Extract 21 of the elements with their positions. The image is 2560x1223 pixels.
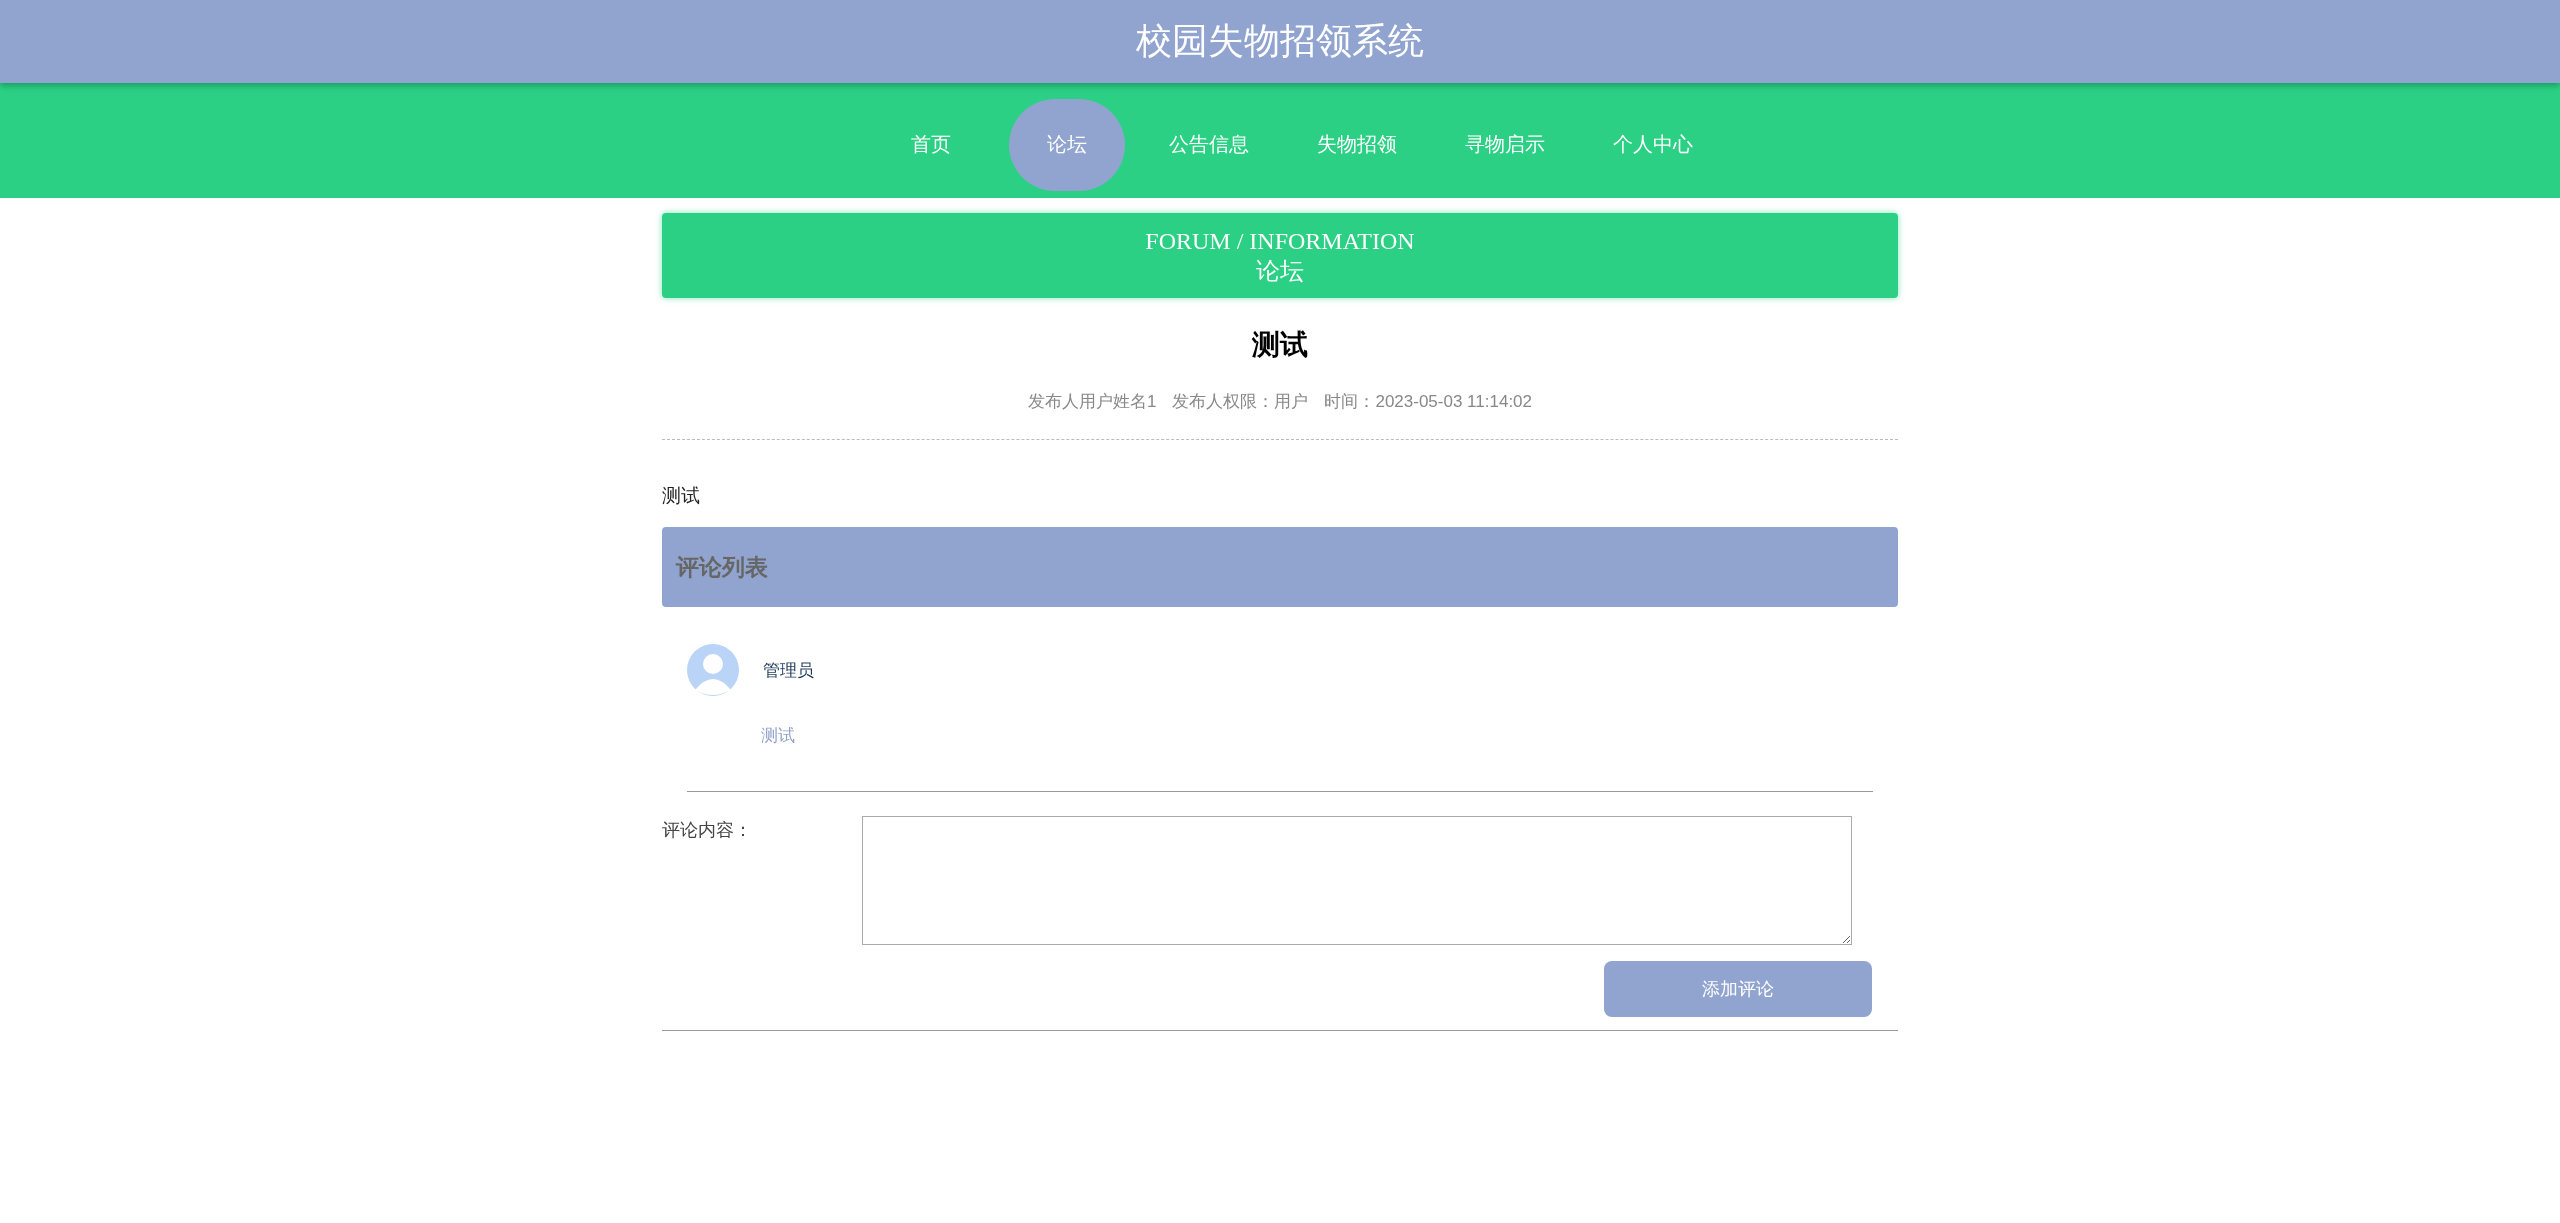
- post-content: 测试: [662, 484, 701, 508]
- comment-input[interactable]: [862, 816, 1852, 945]
- banner-subtitle: FORUM / INFORMATION: [1145, 226, 1415, 256]
- comment-author: 管理员: [763, 659, 814, 682]
- post-time: 时间：2023-05-03 11:14:02: [1324, 391, 1533, 413]
- comment-text: 测试: [761, 725, 796, 747]
- post-role: 发布人权限：用户: [1172, 391, 1309, 413]
- nav-tab[interactable]: 论坛: [1009, 98, 1125, 191]
- banner-title: 论坛: [1256, 256, 1304, 286]
- avatar-icon: [687, 644, 739, 696]
- comments-heading: 评论列表: [676, 552, 768, 582]
- nav-tab[interactable]: 失物招领: [1293, 98, 1421, 191]
- nav-tab[interactable]: 首页: [873, 98, 989, 191]
- post-author: 发布人用户姓名1: [1027, 391, 1157, 413]
- add-comment-button[interactable]: 添加评论: [1604, 961, 1872, 1017]
- nav-tab[interactable]: 寻物启示: [1441, 98, 1569, 191]
- site-title: 校园失物招领系统: [1136, 19, 1424, 63]
- post-title: 测试: [1251, 328, 1309, 362]
- comment-label: 评论内容：: [662, 819, 753, 842]
- nav-tab[interactable]: 公告信息: [1145, 98, 1273, 191]
- nav-tab[interactable]: 个人中心: [1589, 98, 1717, 191]
